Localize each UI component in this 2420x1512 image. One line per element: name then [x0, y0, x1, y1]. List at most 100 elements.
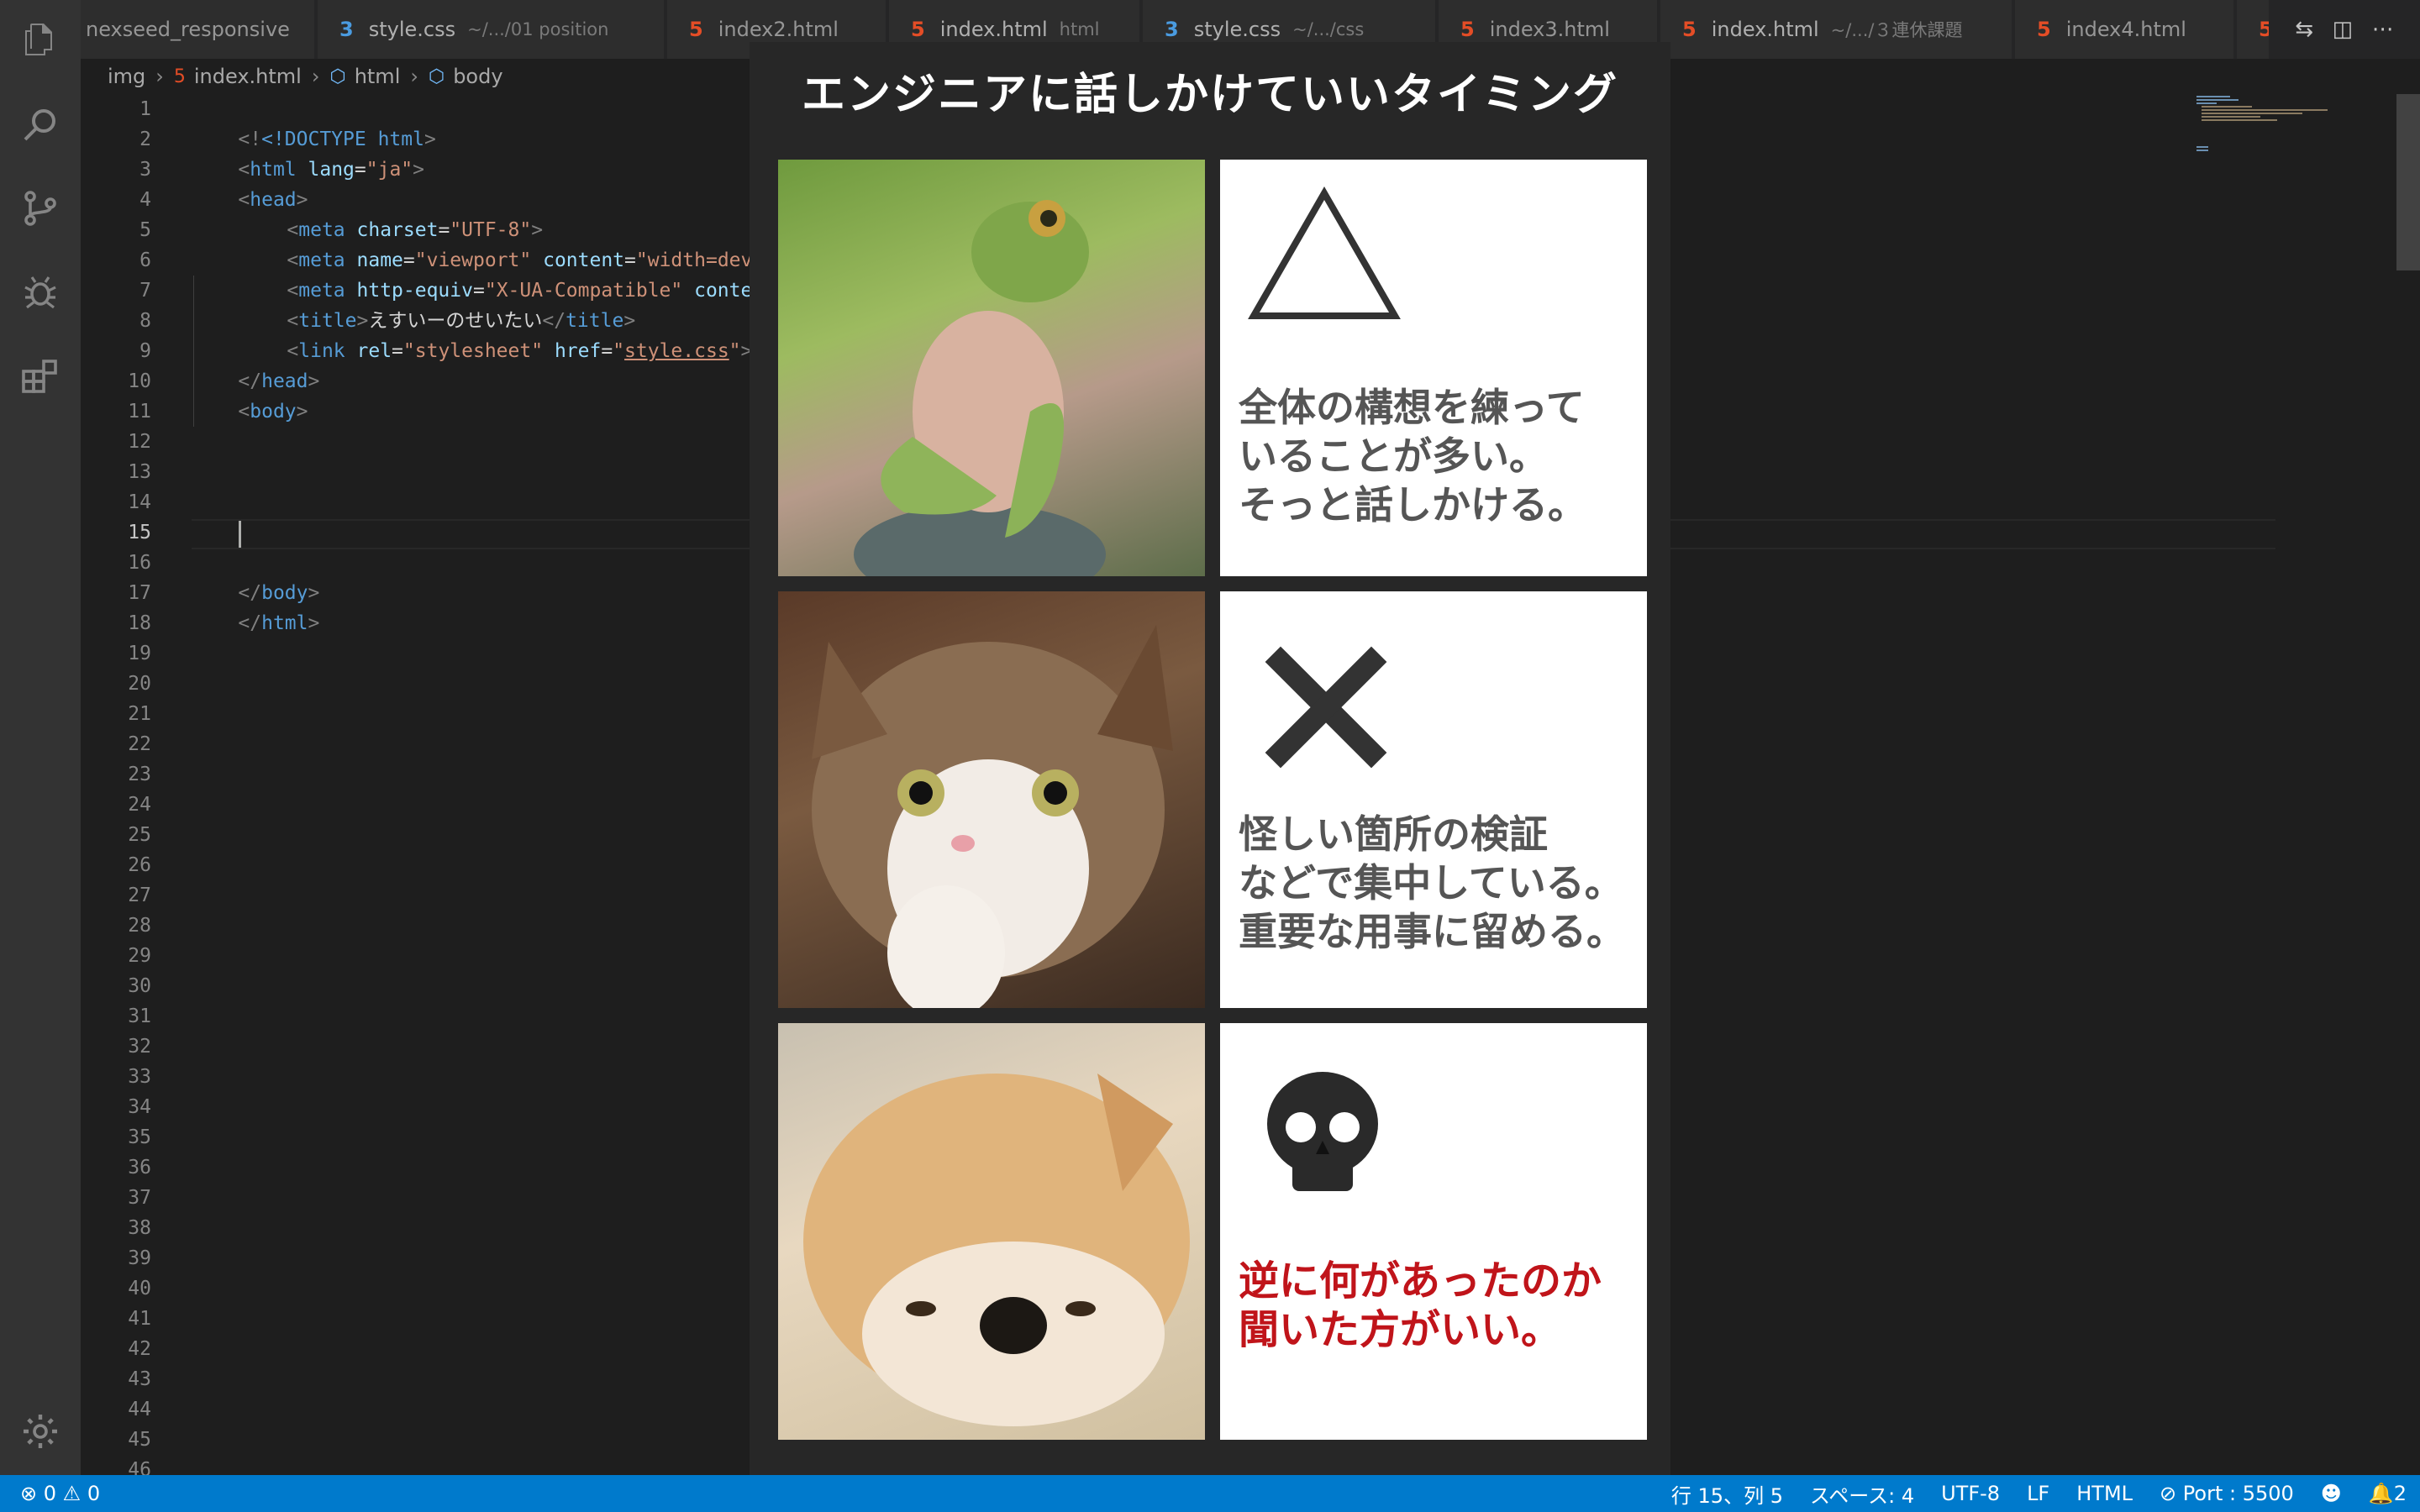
line-number: 11 — [128, 401, 151, 423]
token: "ja" — [366, 159, 413, 181]
token: " — [613, 340, 625, 362]
extensions-icon[interactable] — [20, 356, 60, 396]
token: rel — [356, 340, 392, 362]
end-of-line[interactable]: LF — [2027, 1482, 2049, 1505]
more-actions-icon[interactable]: ⋯ — [2372, 17, 2394, 42]
tab-7[interactable]: 5 index4.html — [2015, 0, 2235, 59]
code-line-3: <head> — [238, 189, 308, 211]
tab-label: index4.html — [2065, 18, 2186, 41]
line-number: 29 — [128, 945, 151, 967]
vertical-scrollbar[interactable] — [2396, 94, 2420, 1475]
notifications[interactable]: 🔔2 — [2369, 1482, 2407, 1505]
problems-indicator[interactable]: ⊗ 0 ⚠ 0 — [20, 1482, 100, 1505]
line-number: 34 — [128, 1096, 151, 1118]
caption-panel-2: 怪しい箇所の検証 などで集中している。 重要な用事に留める。 — [1220, 591, 1647, 1008]
line-number: 4 — [139, 189, 151, 211]
explorer-icon[interactable] — [20, 20, 60, 60]
tab-label: index.html — [939, 18, 1048, 41]
source-control-icon[interactable] — [20, 188, 60, 228]
code-line-4: <meta charset="UTF-8"> — [287, 219, 544, 241]
line-number: 40 — [128, 1278, 151, 1299]
line-number: 39 — [128, 1247, 151, 1269]
caption-1-line-2: いることが多い。 — [1239, 433, 1548, 479]
line-number: 37 — [128, 1187, 151, 1209]
language-mode[interactable]: HTML — [2076, 1482, 2133, 1505]
line-number: 21 — [128, 703, 151, 725]
code-line-2: <html lang="ja"> — [238, 159, 424, 181]
line-number: 32 — [128, 1036, 151, 1058]
breadcrumb-folder[interactable]: img — [108, 65, 145, 88]
notification-count: 2 — [2393, 1482, 2407, 1505]
line-number: 18 — [128, 612, 151, 634]
code-line-5: <meta name="viewport" content="width=dev… — [287, 249, 776, 271]
stylesheet-link[interactable]: style.css — [624, 340, 729, 362]
line-number: 45 — [128, 1429, 151, 1451]
code-line-1: <!<!DOCTYPE html> — [238, 129, 436, 150]
token: "stylesheet" — [402, 340, 544, 362]
code-line-8: <link rel="stylesheet" href="style.css"> — [287, 340, 753, 362]
live-server-port[interactable]: ⊘ Port : 5500 — [2160, 1482, 2294, 1505]
caption-2-line-2: などで集中している。 — [1239, 860, 1623, 906]
cat-photo — [778, 591, 1205, 1008]
breadcrumb-file[interactable]: index.html — [194, 65, 302, 88]
caption-2-line-3: 重要な用事に留める。 — [1239, 909, 1625, 954]
line-number: 5 — [139, 219, 151, 241]
line-number: 9 — [139, 340, 151, 362]
minimap[interactable] — [2185, 94, 2336, 262]
status-bar: ⊗ 0 ⚠ 0 行 15、列 5 スペース: 4 UTF-8 LF HTML ⊘… — [0, 1475, 2420, 1512]
cursor-position[interactable]: 行 15、列 5 — [1671, 1479, 1783, 1509]
line-number: 24 — [128, 794, 151, 816]
html-file-icon: 5 — [1682, 18, 1697, 41]
chevron-right-icon: › — [155, 65, 164, 88]
html-file-icon: 5 — [173, 66, 186, 87]
tab-description: ~/.../01 position — [467, 19, 609, 39]
token: html — [261, 612, 308, 634]
chevron-right-icon: › — [311, 65, 320, 88]
search-icon[interactable] — [20, 104, 60, 144]
tab-label: style.css — [368, 18, 456, 41]
token: body — [250, 401, 297, 423]
indentation[interactable]: スペース: 4 — [1810, 1479, 1914, 1509]
line-number: 1 — [139, 98, 151, 120]
meme-title: エンジニアに話しかけていいタイミング — [801, 70, 1618, 120]
tab-description: html — [1059, 19, 1100, 39]
line-number: 13 — [128, 461, 151, 483]
token: " — [729, 340, 741, 362]
html-file-icon: 5 — [1460, 18, 1475, 41]
tab-label: style.css — [1193, 18, 1281, 41]
code-line-9: </head> — [238, 370, 320, 392]
line-number: 19 — [128, 643, 151, 664]
warning-icon: ⚠ — [62, 1482, 82, 1505]
triangle-symbol-icon — [1248, 186, 1401, 319]
line-number: 20 — [128, 673, 151, 695]
tab-1[interactable]: 3 style.css ~/.../01 position — [318, 0, 666, 59]
line-number: 14 — [128, 491, 151, 513]
line-number: 22 — [128, 733, 151, 755]
debug-icon[interactable] — [20, 272, 60, 312]
feedback-smiley-icon[interactable]: ☻ — [2321, 1482, 2342, 1505]
line-number: 17 — [128, 582, 151, 604]
line-number: 8 — [139, 310, 151, 332]
split-editor-icon[interactable]: ◫ — [2333, 17, 2354, 42]
line-number: 16 — [128, 552, 151, 574]
code-line-7: <title>えすいーのせいたい</title> — [287, 310, 636, 332]
tab-6[interactable]: 5 index.html ~/.../３連休課題 — [1660, 0, 2013, 59]
line-number: 3 — [139, 159, 151, 181]
element-cube-icon: ⬡ — [428, 66, 445, 87]
activity-bar — [0, 0, 81, 1475]
status-bar-right: 行 15、列 5 スペース: 4 UTF-8 LF HTML ⊘ Port : … — [1658, 1475, 2420, 1512]
encoding[interactable]: UTF-8 — [1941, 1482, 2000, 1505]
error-count: 0 — [43, 1482, 57, 1505]
breadcrumb-node-body[interactable]: body — [453, 65, 502, 88]
compare-changes-icon[interactable]: ⇆ — [2295, 17, 2313, 42]
caption-2-line-1: 怪しい箇所の検証 — [1239, 811, 1548, 857]
meme-image: エンジニアに話しかけていいタイミング 全体の構想を練って いることが多い。 そっ… — [750, 42, 1670, 1475]
tab-0[interactable]: nexseed_responsive — [81, 0, 316, 59]
tab-label: nexseed_responsive — [86, 18, 290, 41]
html-file-icon: 5 — [911, 18, 925, 41]
error-icon: ⊗ — [20, 1482, 38, 1505]
scrollbar-thumb[interactable] — [2396, 94, 2420, 270]
settings-gear-icon[interactable] — [20, 1411, 60, 1452]
breadcrumb-node-html[interactable]: html — [355, 65, 401, 88]
line-number: 41 — [128, 1308, 151, 1330]
